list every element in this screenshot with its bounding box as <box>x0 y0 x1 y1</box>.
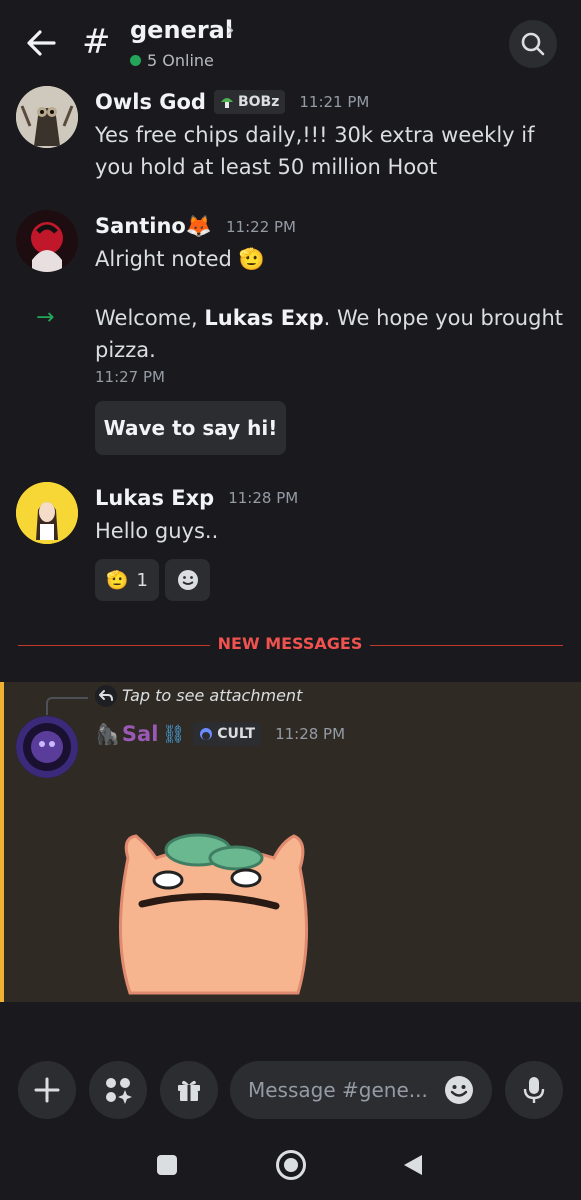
welcome-username[interactable]: Lukas Exp <box>204 306 323 330</box>
server-tag[interactable]: BOBz <box>213 90 286 114</box>
voice-message-button[interactable] <box>505 1061 563 1119</box>
message-header: 🦍 Sal ⛓ CULT 11:28 PM <box>95 722 345 746</box>
message-text: Yes free chips daily,!!! 30k extra weekl… <box>95 123 535 179</box>
avatar-owls-god[interactable] <box>16 86 78 148</box>
timestamp: 11:28 PM <box>228 489 299 507</box>
author-name[interactable]: Owls God <box>95 90 206 114</box>
home-button[interactable] <box>276 1150 306 1180</box>
online-dot-icon <box>130 55 141 66</box>
join-arrow-icon: → <box>36 305 55 330</box>
reply-preview[interactable]: Tap to see attachment <box>122 686 302 705</box>
reaction-salute[interactable]: 🫡 1 <box>95 559 159 601</box>
gift-button[interactable] <box>160 1061 218 1119</box>
author-name[interactable]: Lukas Exp <box>95 486 214 510</box>
online-text: 5 Online <box>147 51 214 70</box>
new-messages-line-right <box>370 645 563 646</box>
server-tag-label: CULT <box>217 726 256 742</box>
reply-arrow-icon <box>94 684 118 708</box>
reply-connector <box>46 697 88 715</box>
back-triangle-icon <box>404 1155 422 1175</box>
gift-icon <box>178 1080 200 1101</box>
add-reaction-button[interactable] <box>165 559 210 601</box>
message-header: Owls God BOBz 11:21 PM <box>95 90 369 114</box>
gorilla-emoji: 🦍 <box>95 722 120 746</box>
smiley-icon <box>177 570 198 590</box>
new-messages-label: NEW MESSAGES <box>217 634 363 653</box>
online-count: 5 Online <box>130 51 214 70</box>
server-tag[interactable]: CULT <box>193 722 262 746</box>
author-name[interactable]: Santino🦊 <box>95 214 212 239</box>
welcome-prefix: Welcome, <box>95 306 205 330</box>
server-tag-label: BOBz <box>237 94 280 110</box>
timestamp: 11:28 PM <box>275 725 346 743</box>
message-placeholder: Message #gene... <box>248 1078 428 1102</box>
apps-button[interactable] <box>89 1061 147 1119</box>
salute-emoji: 🫡 <box>106 569 129 591</box>
plus-icon <box>34 1077 60 1103</box>
mushroom-icon <box>220 98 233 108</box>
timestamp: 11:27 PM <box>95 368 165 386</box>
channel-header: # general › 5 Online <box>0 0 581 84</box>
add-attachment-button[interactable] <box>18 1061 76 1119</box>
message-text: Hello guys.. <box>95 519 219 543</box>
timestamp: 11:21 PM <box>299 93 370 111</box>
avatar-lukas-exp[interactable] <box>16 482 78 544</box>
message-input[interactable]: Message #gene... <box>230 1061 492 1119</box>
microphone-icon <box>523 1077 545 1103</box>
new-messages-line-left <box>18 645 210 646</box>
channel-hash-icon: # <box>82 22 111 62</box>
back-nav-button[interactable] <box>402 1153 424 1181</box>
wave-button[interactable]: Wave to say hi! <box>95 401 286 455</box>
chevron-right-icon[interactable]: › <box>226 18 235 43</box>
message-text: Alright noted 🫡 <box>95 247 265 271</box>
system-nav-bar <box>0 1134 581 1200</box>
sticker-image[interactable] <box>108 828 318 998</box>
emoji-button[interactable] <box>444 1075 474 1105</box>
emoji-icon <box>445 1076 473 1104</box>
home-dot-icon <box>284 1158 298 1172</box>
avatar-santino[interactable] <box>16 210 78 272</box>
channel-name[interactable]: general <box>130 16 233 44</box>
chain-emoji: ⛓ <box>162 723 186 745</box>
avatar-sal[interactable] <box>16 716 78 778</box>
reaction-count: 1 <box>136 569 148 591</box>
author-name[interactable]: Sal <box>122 722 159 746</box>
message-header: Lukas Exp 11:28 PM <box>95 486 298 510</box>
message-header: Santino🦊 11:22 PM <box>95 214 296 239</box>
apps-sparkle-icon <box>106 1078 132 1104</box>
back-arrow-icon[interactable] <box>24 26 58 60</box>
search-button[interactable] <box>509 20 557 68</box>
recents-button[interactable] <box>157 1155 177 1175</box>
search-icon <box>521 32 545 56</box>
timestamp: 11:22 PM <box>226 217 296 236</box>
moon-icon <box>200 728 213 740</box>
welcome-message: Welcome, Lukas Exp. We hope you brought … <box>95 302 565 366</box>
